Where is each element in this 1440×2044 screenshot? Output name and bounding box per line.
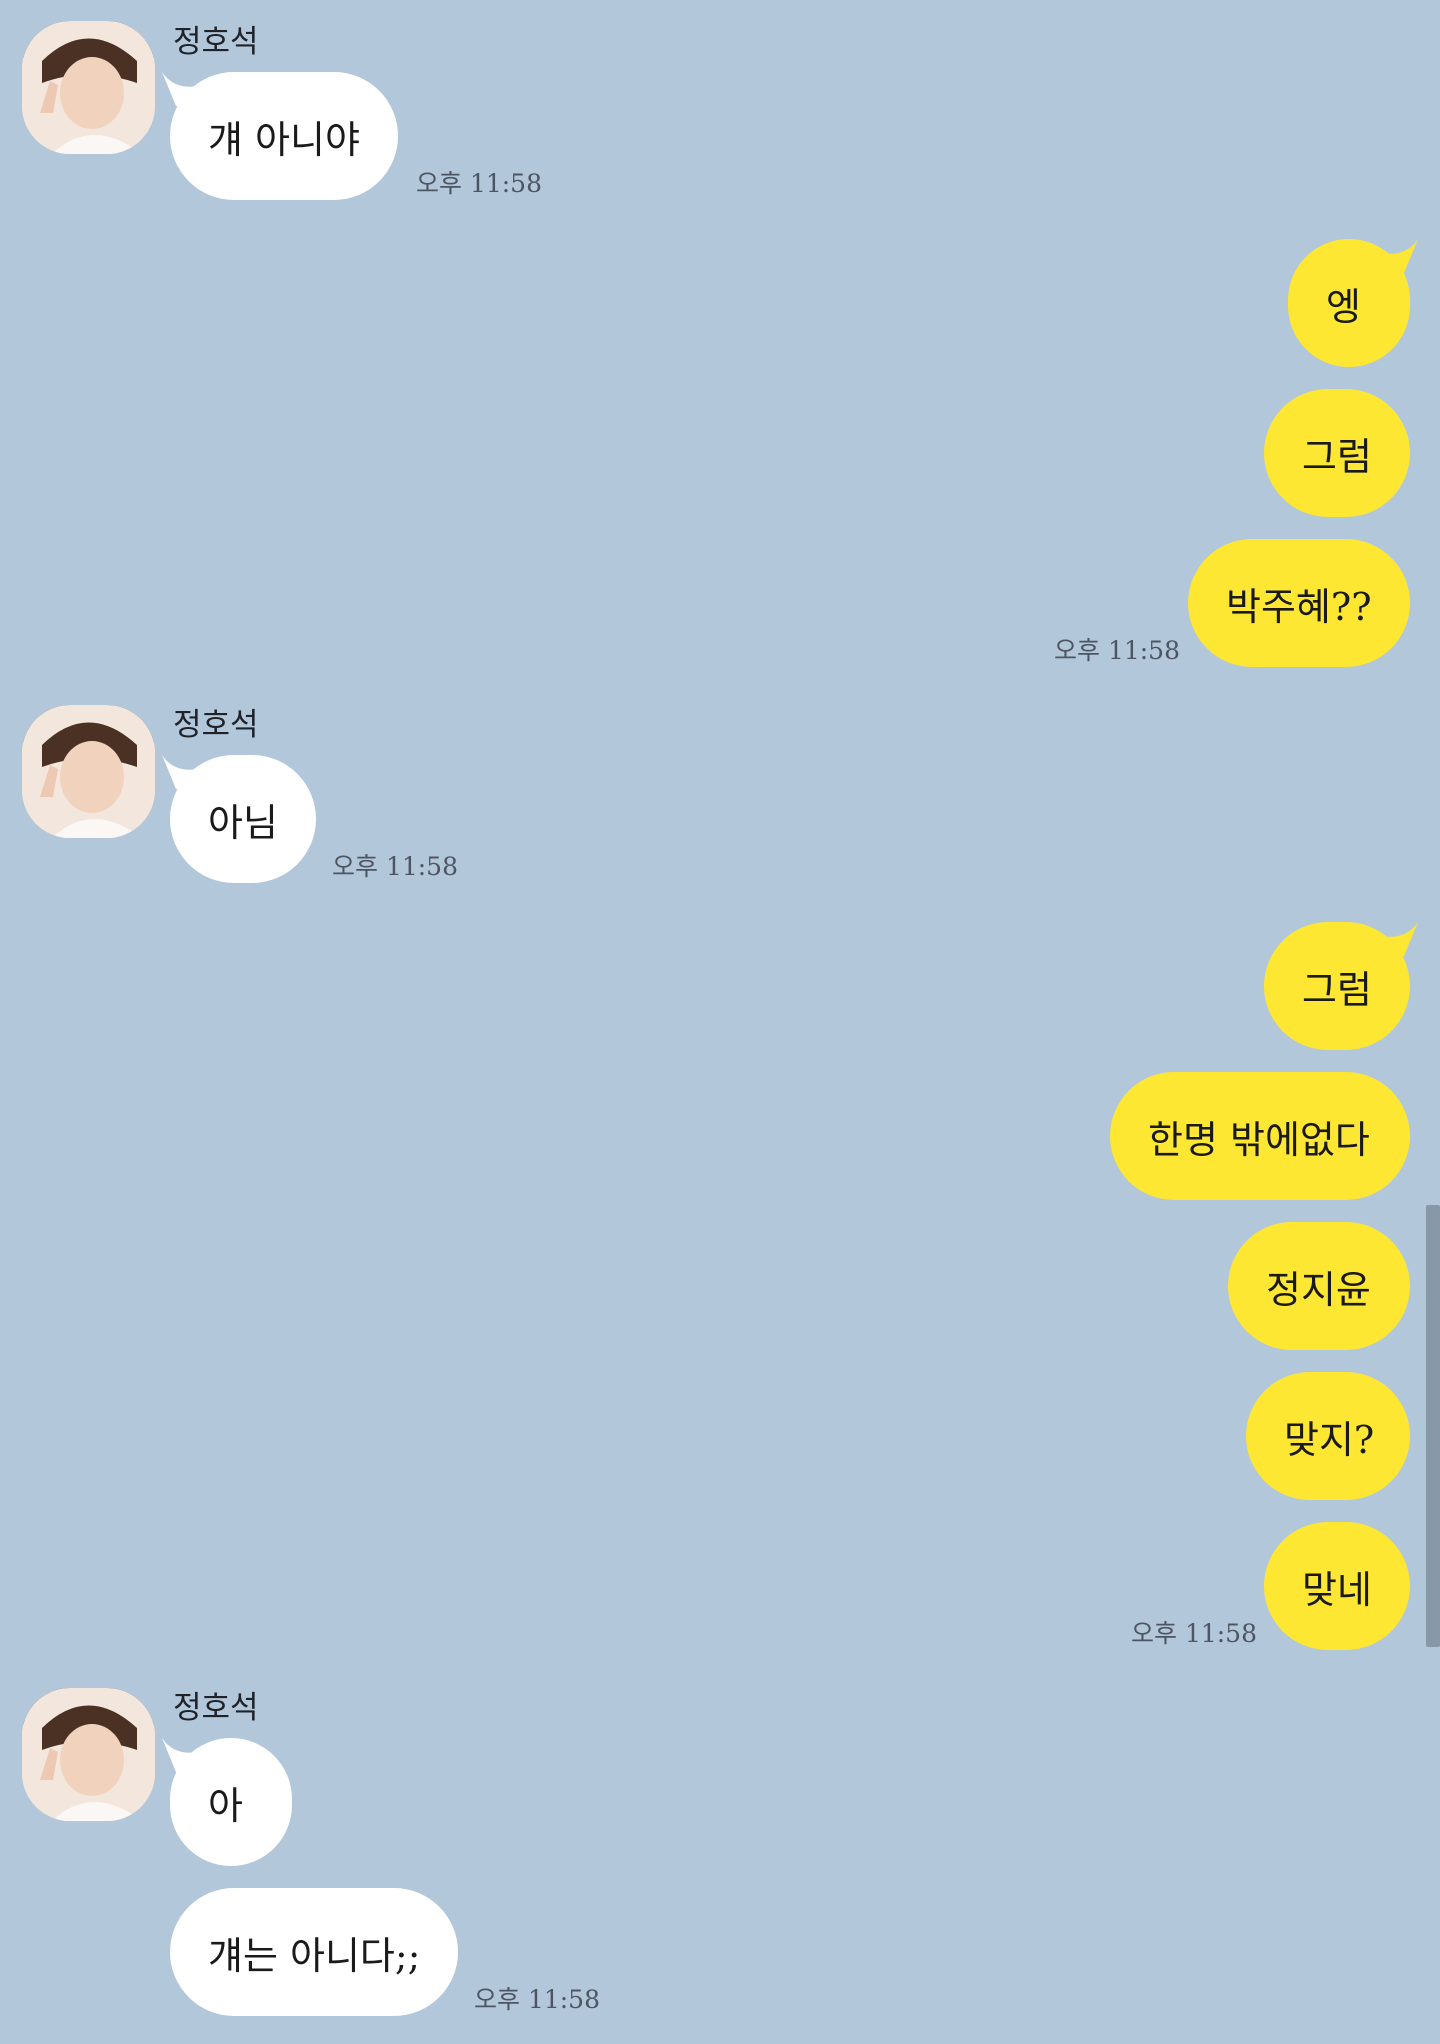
message-bubble-outgoing[interactable]: 정지윤	[1228, 1222, 1410, 1350]
message-time: 오후 11:58	[474, 1985, 600, 2014]
profile-photo-icon	[22, 705, 155, 838]
avatar[interactable]	[22, 1688, 155, 1821]
message-time: 오후 11:58	[332, 852, 458, 881]
profile-photo-icon	[22, 21, 155, 154]
message-bubble-outgoing[interactable]: 박주혜??	[1188, 539, 1410, 667]
message-bubble-outgoing[interactable]: 그럼	[1264, 922, 1410, 1050]
scrollbar[interactable]	[1426, 1205, 1440, 1647]
message-bubble-incoming[interactable]: 걔는 아니다;;	[170, 1888, 458, 2016]
message-bubble-outgoing[interactable]: 그럼	[1264, 389, 1410, 517]
message-bubble-outgoing[interactable]: 엥	[1288, 239, 1410, 367]
message-bubble-outgoing[interactable]: 한명 밖에없다	[1110, 1072, 1410, 1200]
message-bubble-incoming[interactable]: 아	[170, 1738, 292, 1866]
profile-photo-icon	[22, 1688, 155, 1821]
message-bubble-incoming[interactable]: 걔 아니야	[170, 72, 398, 200]
sender-name: 정호석	[173, 24, 259, 60]
sender-name: 정호석	[173, 707, 259, 743]
message-time: 오후 11:58	[416, 169, 542, 198]
avatar[interactable]	[22, 21, 155, 154]
message-bubble-incoming[interactable]: 아님	[170, 755, 316, 883]
sender-name: 정호석	[173, 1690, 259, 1726]
avatar[interactable]	[22, 705, 155, 838]
message-time: 오후 11:58	[1054, 636, 1180, 665]
message-bubble-outgoing[interactable]: 맞지?	[1246, 1372, 1410, 1500]
message-bubble-outgoing[interactable]: 맞네	[1264, 1522, 1410, 1650]
message-time: 오후 11:58	[1131, 1619, 1257, 1648]
